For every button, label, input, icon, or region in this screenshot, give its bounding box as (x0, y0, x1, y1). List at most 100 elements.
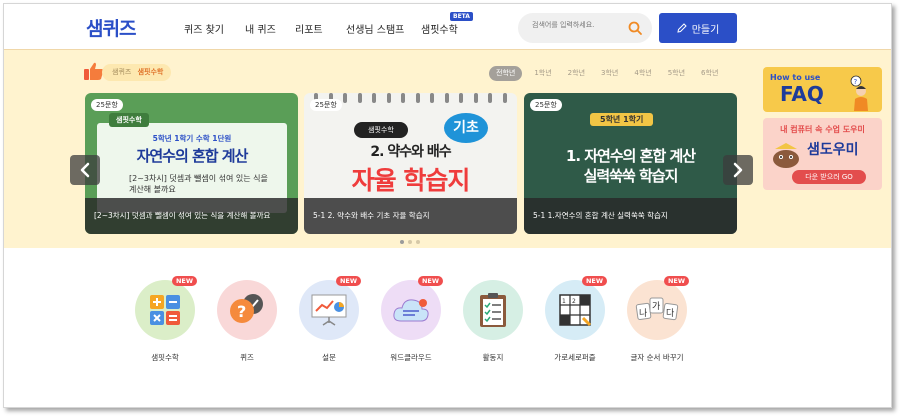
download-button[interactable]: 다운 받으러 GO (792, 170, 866, 184)
pencil-icon (677, 23, 687, 33)
question-bubble-icon: ? (230, 294, 263, 323)
tool-icon-circle: NEW (381, 276, 443, 340)
dowoomi-banner[interactable]: 내 컴퓨터 속 수업 도우미 샘도우미 다운 받으러 GO (763, 118, 882, 190)
carousel-next-button[interactable] (723, 155, 753, 185)
new-badge: NEW (171, 276, 197, 286)
card-caption: 5-1 1.자연수의 혼합 계산 실력쑥쑥 학습지 (524, 198, 737, 234)
svg-text:?: ? (237, 302, 246, 321)
tool-label: 글자 순서 바꾸기 (630, 353, 684, 362)
calculator-icon (150, 295, 180, 325)
carousel-prev-button[interactable] (70, 155, 100, 185)
tool-icon-circle: NEW 나 가 다 (627, 276, 689, 340)
svg-text:가: 가 (652, 301, 660, 312)
tool-quiz[interactable]: ? 퀴즈 (215, 280, 279, 363)
grade-tab-6[interactable]: 6학년 (697, 66, 722, 81)
svg-text:나: 나 (639, 308, 647, 319)
tool-label: 활동지 (482, 353, 504, 362)
mascot-icon (773, 143, 799, 168)
make-button[interactable]: 만들기 (659, 13, 737, 43)
card-caption: [2~3차시] 덧셈과 뺄셈이 섞여 있는 식을 계산해 볼까요 (85, 198, 298, 234)
person-question-icon: ? (850, 75, 868, 111)
faq-title: FAQ (780, 82, 824, 106)
card-subtitle: 2. 약수와 배수 (370, 144, 451, 160)
quiz-card[interactable]: 25문항 샘핏수학 5학년 1학기 수학 1단원 자연수의 혼합 계산 [2~3… (85, 93, 298, 234)
crossword-grid-icon: 1 2 (559, 294, 592, 327)
question-count-badge: 25문항 (310, 99, 342, 111)
chevron-right-icon (733, 162, 743, 178)
dowoomi-subtitle: 내 컴퓨터 속 수업 도우미 (780, 125, 865, 134)
logo[interactable]: 샘퀴즈 (86, 14, 136, 41)
tool-word-cloud[interactable]: NEW 워드클라우드 (379, 276, 443, 363)
quiz-card[interactable]: 25문항 5학년 1학기 1. 자연수의 혼합 계산 실력쑥쑥 학습지 5-1 … (524, 93, 737, 234)
tool-letter-order[interactable]: NEW 나 가 다 글자 순서 바꾸기 (625, 276, 689, 363)
grade-tab-5[interactable]: 5학년 (664, 66, 689, 81)
question-count-badge: 25문항 (530, 99, 562, 111)
tool-icon-circle (463, 280, 523, 340)
clipboard-checklist-icon (480, 293, 506, 327)
tool-sampit-math[interactable]: NEW 샘핏수학 (133, 276, 197, 363)
make-button-label: 만들기 (691, 24, 720, 36)
tool-icon-circle: NEW (299, 276, 361, 340)
search-input[interactable] (532, 21, 627, 29)
featured-banner: 샘퀴즈 샘핏수학 전학년 1학년 2학년 3학년 4학년 5학년 6학년 25문… (4, 50, 891, 248)
breadcrumb-current: 샘핏수학 (137, 68, 164, 76)
notebook-spiral (314, 93, 507, 103)
beta-badge: BETA (450, 12, 473, 21)
tool-icon-circle: ? (217, 280, 277, 340)
dowoomi-title: 샘도우미 (807, 142, 859, 158)
grade-filter: 전학년 1학년 2학년 3학년 4학년 5학년 6학년 (489, 66, 722, 81)
search-box[interactable] (518, 13, 652, 43)
quiz-card[interactable]: 25문항 샘핏수학 기초 2. 약수와 배수 자율 학습지 5-1 2. 약수와… (304, 93, 517, 234)
card-tag: 샘핏수학 (354, 122, 408, 138)
tool-icon-circle: NEW (135, 276, 197, 340)
pagination-dot[interactable] (408, 240, 412, 244)
card-title: 1. 자연수의 혼합 계산 (565, 147, 696, 165)
svg-text:다: 다 (666, 308, 675, 319)
card-tag: 5학년 1학기 (590, 113, 654, 126)
card-tag: 샘핏수학 (109, 113, 149, 127)
faq-banner[interactable]: How to use FAQ ? (763, 67, 882, 112)
svg-text:?: ? (854, 78, 858, 86)
tool-crossword[interactable]: NEW 1 2 가로세로퍼즐 (543, 276, 607, 363)
breadcrumb-root[interactable]: 샘퀴즈 (112, 68, 131, 76)
grade-tab-all[interactable]: 전학년 (489, 66, 523, 81)
carousel-pagination (400, 240, 420, 244)
nav-report[interactable]: 리포트 (295, 21, 323, 36)
grade-tab-3[interactable]: 3학년 (597, 66, 622, 81)
chevron-left-icon (80, 162, 90, 178)
tool-label: 퀴즈 (240, 353, 254, 362)
card-subtitle: 5학년 1학기 수학 1단원 (152, 134, 232, 143)
tool-icon-circle: NEW 1 2 (545, 276, 607, 340)
tool-worksheet[interactable]: 활동지 (461, 280, 525, 363)
new-badge: NEW (335, 276, 361, 286)
tool-survey[interactable]: NEW 설문 (297, 276, 361, 363)
nav-teacher-stamp[interactable]: 선생님 스탬프 (346, 21, 404, 36)
pagination-dot[interactable] (400, 240, 404, 244)
nav-my-quiz[interactable]: 내 퀴즈 (245, 21, 276, 36)
nav-find-quiz[interactable]: 퀴즈 찾기 (184, 21, 224, 36)
browser-frame: 샘퀴즈 퀴즈 찾기 내 퀴즈 리포트 선생님 스탬프 샘핏수학 BETA 만들기… (3, 3, 892, 408)
cloud-icon (393, 299, 429, 322)
level-badge: 기초 (444, 113, 488, 143)
card-subtitle: 실력쑥쑥 학습지 (583, 167, 679, 185)
tool-label: 가로세로퍼즐 (554, 353, 596, 362)
grade-tab-4[interactable]: 4학년 (630, 66, 655, 81)
grade-tab-2[interactable]: 2학년 (564, 66, 589, 81)
new-badge: NEW (417, 276, 443, 286)
new-badge: NEW (581, 276, 607, 286)
letter-tiles-icon: 나 가 다 (635, 297, 679, 321)
card-title: 자연수의 혼합 계산 (136, 147, 249, 165)
search-icon[interactable] (627, 20, 643, 36)
top-header: 샘퀴즈 퀴즈 찾기 내 퀴즈 리포트 선생님 스탬프 샘핏수학 BETA 만들기 (4, 4, 891, 50)
tool-label: 샘핏수학 (151, 353, 179, 362)
tool-label: 설문 (322, 353, 336, 362)
card-title: 자율 학습지 (351, 166, 471, 195)
faq-how-to-use: How to use (770, 73, 821, 82)
question-count-badge: 25문항 (91, 99, 123, 111)
svg-text:2: 2 (572, 298, 576, 305)
nav-sampit-math[interactable]: 샘핏수학 (421, 21, 458, 36)
grade-tab-1[interactable]: 1학년 (530, 66, 555, 81)
card-desc-line1: [2~3차시] 덧셈과 뺄셈이 섞여 있는 식을 (129, 174, 268, 183)
breadcrumb: 샘퀴즈 샘핏수학 (102, 64, 172, 81)
pagination-dot[interactable] (416, 240, 420, 244)
